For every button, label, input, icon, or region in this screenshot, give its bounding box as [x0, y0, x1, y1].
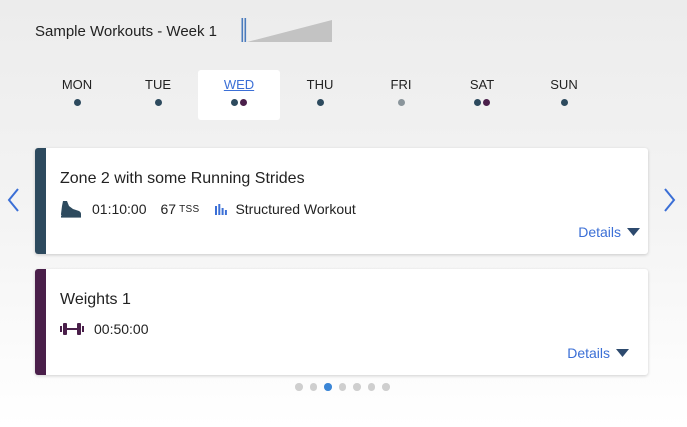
structured-workout-icon	[215, 203, 228, 215]
workout-dot	[316, 99, 324, 106]
workout-dots	[360, 99, 442, 106]
previous-arrow-icon[interactable]	[5, 186, 23, 214]
day-label: WED	[223, 77, 255, 92]
page-title: Sample Workouts - Week 1	[35, 22, 218, 40]
workout-dot	[231, 99, 238, 106]
dumbbell-icon	[60, 323, 84, 335]
workout-duration: 00:50:00	[94, 321, 149, 337]
workout-dot	[240, 99, 247, 106]
workout-dots	[117, 99, 199, 106]
day-sun[interactable]: SUN	[523, 70, 605, 120]
day-label: TUE	[145, 77, 171, 92]
day-label: THU	[306, 77, 334, 92]
page-dot[interactable]	[295, 383, 303, 391]
day-tue[interactable]: TUE	[117, 70, 199, 120]
day-mon[interactable]: MON	[36, 70, 118, 120]
next-arrow-icon[interactable]	[660, 186, 678, 214]
workout-dots	[198, 99, 280, 106]
chevron-down-icon	[616, 349, 629, 357]
workout-title: Zone 2 with some Running Strides	[60, 170, 305, 187]
workout-dots	[441, 99, 523, 106]
page-header: Sample Workouts - Week 1	[35, 18, 217, 44]
workout-dot	[474, 99, 481, 106]
details-label: Details	[567, 345, 610, 361]
workout-dot	[397, 99, 405, 106]
day-label: FRI	[390, 77, 412, 92]
day-fri[interactable]: FRI	[360, 70, 442, 120]
day-thu[interactable]: THU	[279, 70, 361, 120]
day-label: SUN	[550, 77, 578, 92]
day-label: SAT	[469, 77, 495, 92]
day-sat[interactable]: SAT	[441, 70, 523, 120]
page-dot[interactable]	[309, 383, 317, 391]
week-day-selector: MON TUE WED THU FRI SAT SUN	[36, 70, 606, 120]
workout-dot	[154, 99, 162, 106]
intensity-chart-icon	[241, 18, 332, 42]
day-label: MON	[61, 77, 93, 92]
pagination-dots	[295, 383, 390, 391]
tss-unit: TSS	[179, 203, 200, 215]
chevron-down-icon	[627, 228, 640, 236]
workout-dot	[483, 99, 490, 106]
workout-accent-stripe	[35, 269, 46, 375]
workout-meta: 00:50:00	[60, 321, 149, 337]
details-toggle[interactable]: Details	[567, 345, 629, 361]
workout-dots	[36, 99, 118, 106]
details-label: Details	[578, 224, 621, 240]
workout-dots	[279, 99, 361, 106]
workout-meta: 01:10:00 67 TSS Structured Workout	[60, 200, 356, 218]
workout-dots	[523, 99, 605, 106]
page-dot[interactable]	[367, 383, 375, 391]
page-dot[interactable]	[353, 383, 361, 391]
workout-duration: 01:10:00	[92, 201, 147, 217]
workout-title: Weights 1	[60, 291, 131, 308]
workout-type: Structured Workout	[235, 201, 356, 217]
page-dot[interactable]	[324, 383, 332, 391]
day-wed[interactable]: WED	[198, 70, 280, 120]
workout-card[interactable]: Zone 2 with some Running Strides 01:10:0…	[35, 148, 648, 254]
running-shoe-icon	[61, 201, 81, 218]
workout-dot	[73, 99, 81, 106]
workout-card[interactable]: Weights 1 00:50:00 Details	[35, 269, 648, 375]
page-dot[interactable]	[338, 383, 346, 391]
details-toggle[interactable]: Details	[578, 224, 640, 240]
workout-dot	[560, 99, 568, 106]
workout-accent-stripe	[35, 148, 46, 254]
page-dot[interactable]	[382, 383, 390, 391]
tss-value: 67	[160, 201, 177, 217]
